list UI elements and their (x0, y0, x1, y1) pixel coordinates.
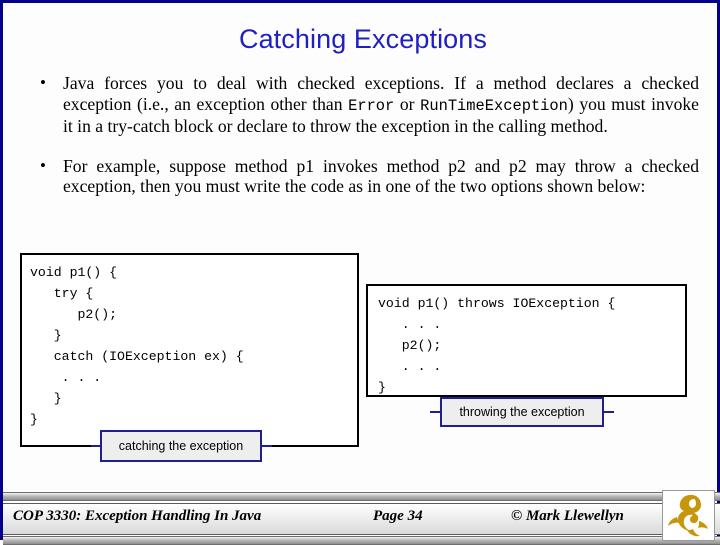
footer-top-rule (3, 492, 720, 501)
footer-page-number: Page 34 (373, 508, 423, 524)
bullet-marker: • (40, 73, 46, 92)
slide-canvas: Catching Exceptions • Java forces you to … (0, 0, 720, 545)
page-title: Catching Exceptions (238, 24, 488, 54)
bullet-text-part: or (394, 93, 421, 114)
code-block-throwing: void p1() throws IOException { . . . p2(… (366, 284, 687, 397)
footer-band: COP 3330: Exception Handling In Java Pag… (3, 503, 720, 535)
list-item: • Java forces you to deal with checked ex… (27, 73, 699, 137)
callout-catching-the-exception: catching the exception (100, 430, 262, 462)
slide-footer: COP 3330: Exception Handling In Java Pag… (3, 489, 720, 545)
bullet-marker: • (40, 155, 46, 175)
callout-leader-line (261, 445, 272, 447)
bullet-text-part: For example, suppose method p1 invokes m… (63, 155, 699, 197)
bullet-list: • Java forces you to deal with checked ex… (27, 73, 699, 197)
inline-code-error: Error (348, 96, 395, 115)
callout-leader-line (603, 411, 614, 413)
ucf-pegasus-logo-icon (662, 490, 715, 541)
code-block-catching: void p1() { try { p2(); } catch (IOExcep… (20, 253, 359, 447)
footer-course-label: COP 3330: Exception Handling In Java (13, 508, 262, 524)
callout-throwing-the-exception: throwing the exception (440, 397, 604, 427)
footer-bottom-rule (3, 536, 720, 545)
footer-author-label: © Mark Llewellyn (511, 508, 624, 524)
list-item: • For example, suppose method p1 invokes … (27, 156, 699, 197)
inline-code-runtimeexception: RunTimeException (420, 96, 568, 115)
